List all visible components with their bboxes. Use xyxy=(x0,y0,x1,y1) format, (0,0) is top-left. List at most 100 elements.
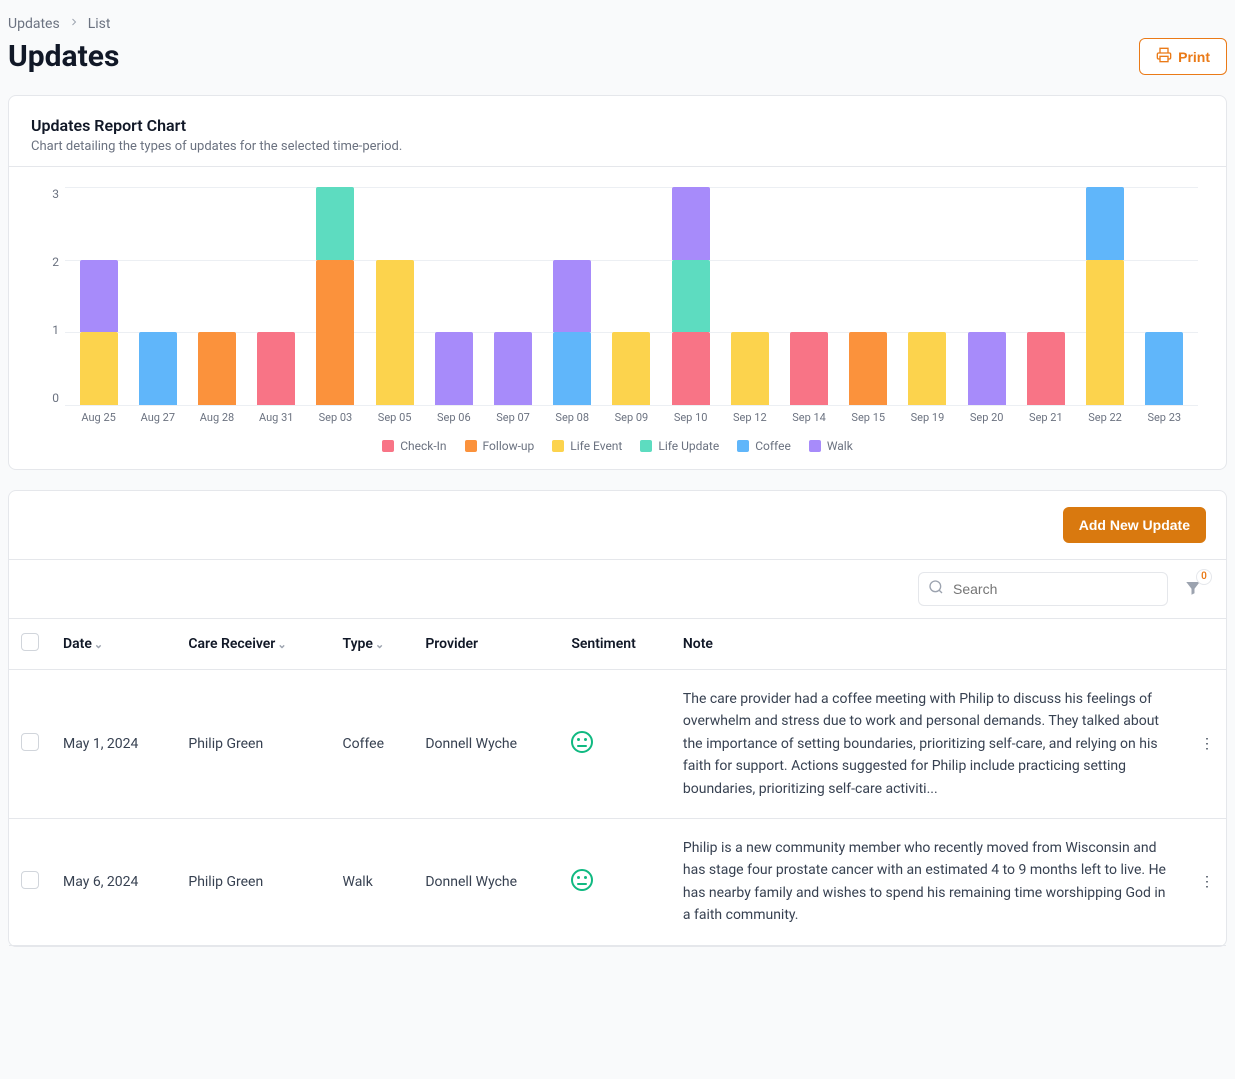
bar-segment xyxy=(849,332,887,405)
legend-label: Check-In xyxy=(400,439,446,453)
legend-swatch xyxy=(552,440,564,452)
row-checkbox[interactable] xyxy=(21,733,39,751)
x-tick: Sep 07 xyxy=(483,411,542,427)
bar-column xyxy=(187,187,246,405)
legend-swatch xyxy=(809,440,821,452)
print-label: Print xyxy=(1178,49,1210,65)
legend-label: Life Event xyxy=(570,439,622,453)
legend-item[interactable]: Coffee xyxy=(737,439,791,453)
filter-count-badge: 0 xyxy=(1196,569,1212,585)
table-card: Add New Update 0 xyxy=(8,490,1227,947)
breadcrumb-leaf: List xyxy=(88,16,111,32)
row-menu-button[interactable]: ⋮ xyxy=(1188,670,1226,819)
bar-column xyxy=(602,187,661,405)
bar-column xyxy=(779,187,838,405)
bar-column xyxy=(957,187,1016,405)
chart-y-axis: 3210 xyxy=(37,187,59,405)
cell-type: Walk xyxy=(331,818,414,945)
row-checkbox[interactable] xyxy=(21,871,39,889)
legend-item[interactable]: Follow-up xyxy=(465,439,535,453)
bar-segment xyxy=(790,332,828,405)
cell-date: May 1, 2024 xyxy=(51,670,176,819)
col-note[interactable]: Note xyxy=(671,619,1188,670)
x-tick: Sep 10 xyxy=(661,411,720,427)
x-tick: Sep 06 xyxy=(424,411,483,427)
col-type[interactable]: Type⌄ xyxy=(331,619,414,670)
bar-segment xyxy=(1086,187,1124,260)
x-tick: Sep 14 xyxy=(779,411,838,427)
legend-label: Follow-up xyxy=(483,439,535,453)
row-menu-button[interactable]: ⋮ xyxy=(1188,818,1226,945)
y-tick: 1 xyxy=(37,323,59,337)
table-row: May 6, 2024Philip GreenWalkDonnell Wyche… xyxy=(9,818,1226,945)
cell-sentiment xyxy=(559,670,671,819)
add-new-update-button[interactable]: Add New Update xyxy=(1063,507,1206,543)
y-tick: 2 xyxy=(37,255,59,269)
cell-date: May 6, 2024 xyxy=(51,818,176,945)
cell-sentiment xyxy=(559,818,671,945)
bar-segment xyxy=(672,260,710,333)
cell-provider: Donnell Wyche xyxy=(413,818,559,945)
bar-segment xyxy=(672,332,710,405)
col-sentiment[interactable]: Sentiment xyxy=(559,619,671,670)
legend-item[interactable]: Life Event xyxy=(552,439,622,453)
breadcrumb-root[interactable]: Updates xyxy=(8,16,60,32)
search-icon xyxy=(928,579,944,599)
breadcrumb: Updates List xyxy=(8,16,1227,32)
legend-item[interactable]: Walk xyxy=(809,439,853,453)
bar-column xyxy=(720,187,779,405)
x-tick: Sep 12 xyxy=(720,411,779,427)
x-tick: Sep 03 xyxy=(306,411,365,427)
chart-card: Updates Report Chart Chart detailing the… xyxy=(8,95,1227,470)
x-tick: Sep 05 xyxy=(365,411,424,427)
bar-column xyxy=(543,187,602,405)
x-tick: Aug 27 xyxy=(128,411,187,427)
bar-column xyxy=(1135,187,1194,405)
bar-segment xyxy=(139,332,177,405)
chevron-down-icon: ⌄ xyxy=(277,638,286,651)
smile-icon xyxy=(571,869,593,891)
bar-column xyxy=(898,187,957,405)
bar-segment xyxy=(553,260,591,333)
bar-segment xyxy=(553,332,591,405)
x-tick: Sep 15 xyxy=(839,411,898,427)
cell-type: Coffee xyxy=(331,670,414,819)
bar-column xyxy=(128,187,187,405)
bar-segment xyxy=(316,260,354,405)
bar-segment xyxy=(1027,332,1065,405)
select-all-checkbox[interactable] xyxy=(21,633,39,651)
bar-segment xyxy=(376,260,414,405)
bar-segment xyxy=(198,332,236,405)
x-tick: Sep 22 xyxy=(1075,411,1134,427)
bar-column xyxy=(424,187,483,405)
cell-note: Philip is a new community member who rec… xyxy=(671,818,1188,945)
bar-segment xyxy=(672,187,710,260)
legend-swatch xyxy=(382,440,394,452)
search-input[interactable] xyxy=(918,572,1168,606)
bar-segment xyxy=(80,260,118,333)
chart-title: Updates Report Chart xyxy=(31,116,1204,135)
x-tick: Aug 28 xyxy=(187,411,246,427)
x-tick: Sep 21 xyxy=(1016,411,1075,427)
col-date[interactable]: Date⌄ xyxy=(51,619,176,670)
col-care-receiver[interactable]: Care Receiver⌄ xyxy=(176,619,330,670)
cell-provider: Donnell Wyche xyxy=(413,670,559,819)
printer-icon xyxy=(1156,47,1172,66)
legend-item[interactable]: Life Update xyxy=(640,439,719,453)
x-tick: Sep 09 xyxy=(602,411,661,427)
col-provider[interactable]: Provider xyxy=(413,619,559,670)
print-button[interactable]: Print xyxy=(1139,38,1227,75)
bar-segment xyxy=(1086,260,1124,405)
updates-table: Date⌄ Care Receiver⌄ Type⌄ Provider Sent… xyxy=(9,618,1226,946)
bar-segment xyxy=(908,332,946,405)
table-row: May 1, 2024Philip GreenCoffeeDonnell Wyc… xyxy=(9,670,1226,819)
bar-segment xyxy=(257,332,295,405)
cell-receiver: Philip Green xyxy=(176,670,330,819)
bar-segment xyxy=(731,332,769,405)
x-tick: Aug 25 xyxy=(69,411,128,427)
cell-note: The care provider had a coffee meeting w… xyxy=(671,670,1188,819)
bar-column xyxy=(839,187,898,405)
page-title: Updates xyxy=(8,39,119,74)
bar-segment xyxy=(612,332,650,405)
legend-item[interactable]: Check-In xyxy=(382,439,446,453)
